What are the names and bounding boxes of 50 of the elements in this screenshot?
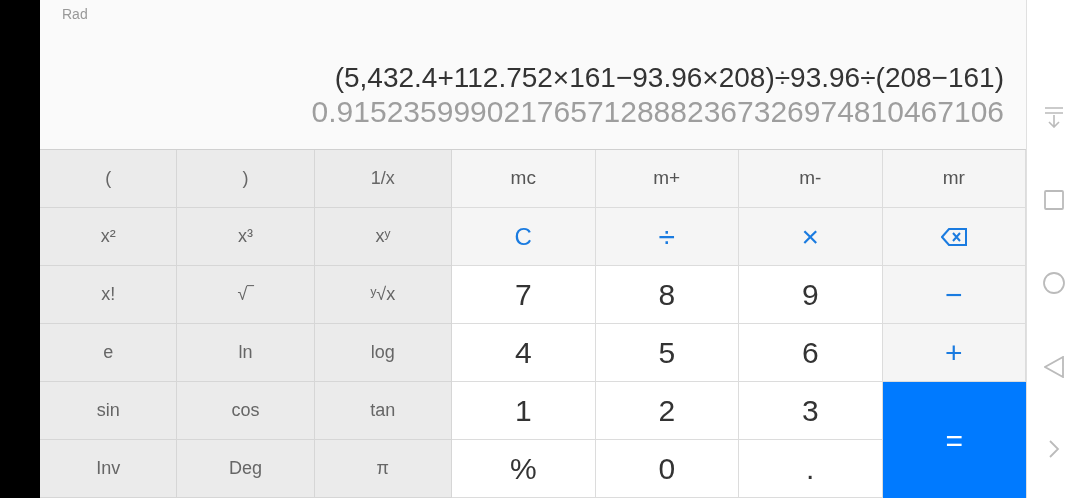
function-key[interactable]: cos — [177, 382, 315, 440]
result-text: 0.9152359990217657128882367326974810467106 — [311, 95, 1004, 129]
function-key[interactable]: π — [314, 440, 452, 498]
memory-key[interactable]: m+ — [595, 150, 739, 208]
function-key[interactable]: Deg — [177, 440, 315, 498]
function-key[interactable]: ) — [177, 150, 315, 208]
function-key[interactable]: log — [314, 324, 452, 382]
equals-key[interactable]: = — [882, 382, 1026, 498]
home-icon[interactable] — [1042, 272, 1065, 294]
digit-key[interactable]: 1 — [452, 382, 596, 440]
digit-key[interactable]: 4 — [452, 324, 596, 382]
function-key[interactable]: xʸ — [314, 208, 452, 266]
operator-key[interactable]: × — [739, 208, 883, 266]
digit-key[interactable]: . — [739, 440, 883, 498]
function-key[interactable]: x² — [40, 208, 178, 266]
operator-key[interactable]: − — [882, 266, 1026, 324]
digit-key[interactable]: 6 — [739, 324, 883, 382]
recents-icon[interactable] — [1043, 190, 1064, 210]
digit-key[interactable]: % — [452, 440, 596, 498]
function-key[interactable]: ( — [40, 150, 178, 208]
digit-key[interactable]: 9 — [739, 266, 883, 324]
digit-key[interactable]: 0 — [595, 440, 739, 498]
memory-key[interactable]: mc — [452, 150, 596, 208]
function-key[interactable]: 1/x — [314, 150, 452, 208]
operator-key[interactable]: + — [882, 324, 1026, 382]
function-key[interactable]: Inv — [40, 440, 178, 498]
function-key[interactable]: ln — [177, 324, 315, 382]
digit-key[interactable]: 5 — [595, 324, 739, 382]
collapse-icon[interactable] — [1043, 106, 1064, 128]
digit-key[interactable]: 7 — [452, 266, 596, 324]
function-key[interactable]: x! — [40, 266, 178, 324]
function-key[interactable]: x³ — [177, 208, 315, 266]
angle-mode-label: Rad — [62, 5, 88, 24]
backspace-icon — [940, 227, 967, 246]
function-key[interactable]: tan — [314, 382, 452, 440]
back-icon[interactable] — [1043, 356, 1064, 378]
chevron-right-icon[interactable] — [1047, 440, 1060, 458]
backspace-key[interactable] — [882, 208, 1026, 266]
function-key[interactable]: sin — [40, 382, 178, 440]
memory-key[interactable]: mr — [882, 150, 1026, 208]
digit-key[interactable]: 2 — [595, 382, 739, 440]
function-key[interactable]: ʸ√x — [314, 266, 452, 324]
operator-key[interactable]: ÷ — [595, 208, 739, 266]
digit-key[interactable]: 8 — [595, 266, 739, 324]
function-key[interactable]: e — [40, 324, 178, 382]
clear-key[interactable]: C — [452, 208, 596, 266]
digit-key[interactable]: 3 — [739, 382, 883, 440]
memory-key[interactable]: m- — [739, 150, 883, 208]
function-key[interactable]: √‾ — [177, 266, 315, 324]
expression-text: (5,432.4+112.752×161−93.96×208)÷93.96÷(208−161) — [334, 61, 1004, 95]
